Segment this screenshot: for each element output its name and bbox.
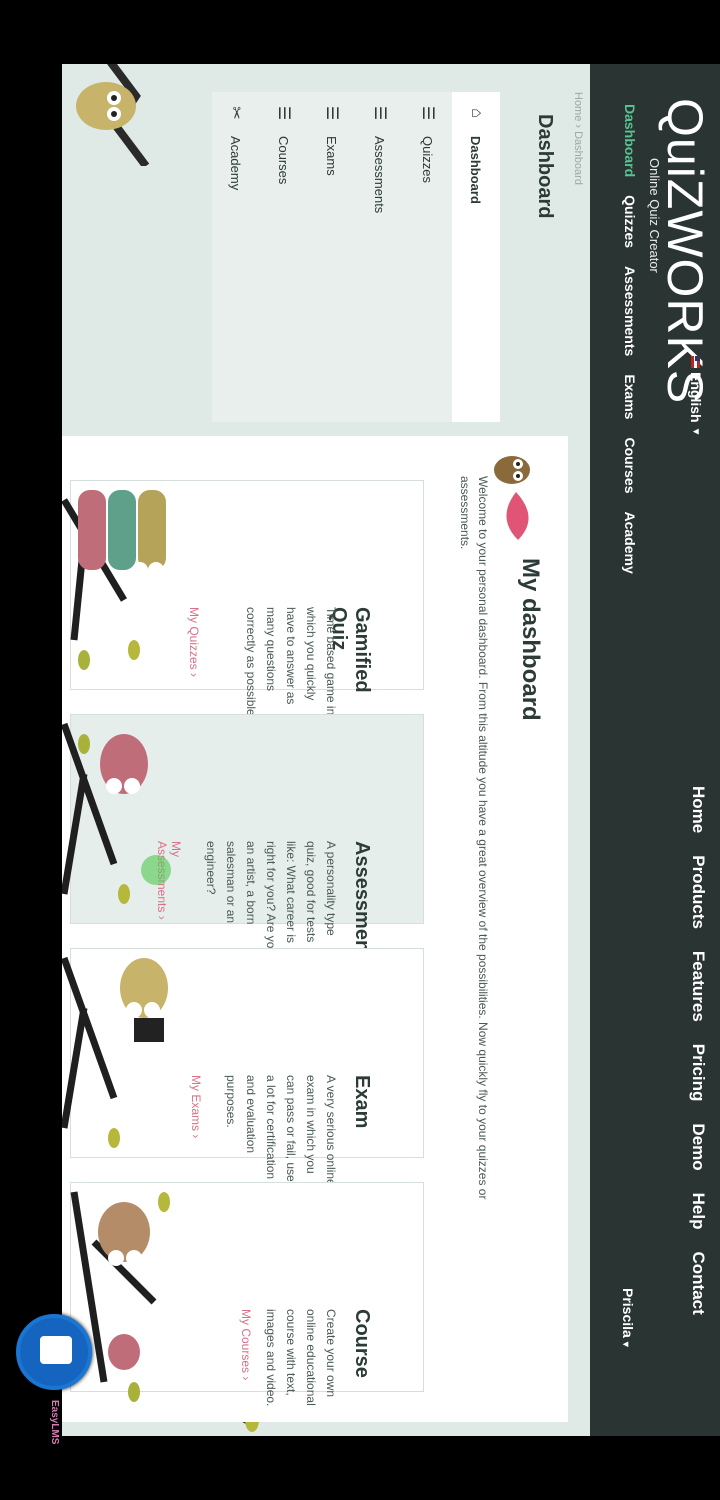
user-menu[interactable]: Priscila ▾ [620, 1288, 636, 1347]
breadcrumb: Home › Dashboard [572, 92, 584, 185]
sidebar-item-label: Dashboard [468, 136, 484, 204]
sidebar-item-quizzes[interactable]: ☰ Quizzes [404, 92, 452, 422]
sidebar-item-academy[interactable]: ✂ Academy [212, 92, 260, 422]
nav-demo[interactable]: Demo [688, 1123, 708, 1170]
subnav-quizzes[interactable]: Quizzes [622, 195, 638, 248]
sidebar-item-dashboard[interactable]: ⌂ Dashboard [452, 92, 500, 422]
sidebar-menu: ⌂ Dashboard ☰ Quizzes ☰ Assessments ☰ Ex… [212, 92, 500, 422]
sidebar-item-label: Assessments [372, 136, 388, 214]
book-icon [40, 1336, 72, 1364]
language-selector[interactable]: English ▼ [688, 356, 704, 436]
owl-mascot-icon [494, 456, 530, 540]
chevron-down-icon: ▼ [690, 426, 702, 437]
list-icon: ☰ [371, 105, 388, 121]
us-flag-icon [691, 356, 701, 368]
nav-products[interactable]: Products [688, 855, 708, 929]
nav-pricing[interactable]: Pricing [688, 1044, 708, 1102]
chevron-down-icon: ▾ [620, 1341, 631, 1347]
sidebar-item-label: Quizzes [420, 136, 436, 183]
language-label: English [688, 372, 704, 423]
sidebar-item-label: Academy [228, 136, 244, 191]
nav-features[interactable]: Features [688, 951, 708, 1022]
brand-logo[interactable]: QuiZWORKS [656, 98, 714, 404]
list-icon: ☰ [275, 105, 292, 121]
nav-home[interactable]: Home [688, 786, 708, 833]
subnav-assessments[interactable]: Assessments [622, 266, 638, 356]
user-name: Priscila [620, 1288, 636, 1338]
home-icon: ⌂ [468, 108, 485, 118]
sidebar-item-label: Exams [324, 136, 340, 176]
secondary-nav: Dashboard Quizzes Assessments Exams Cour… [622, 104, 638, 592]
rotated-screen: QuiZWORKS Online Quiz Creator English ▼ … [0, 0, 720, 1500]
sidebar-item-label: Courses [276, 136, 292, 185]
sidebar-title: Dashboard [534, 114, 556, 219]
welcome-text: Welcome to your personal dashboard. From… [458, 476, 490, 1200]
subnav-courses[interactable]: Courses [622, 437, 638, 493]
sidebar-item-exams[interactable]: ☰ Exams [308, 92, 356, 422]
top-navigation-bar: QuiZWORKS Online Quiz Creator English ▼ … [590, 64, 720, 1436]
brand-tagline: Online Quiz Creator [647, 158, 662, 273]
card-owl-illustrations [62, 490, 170, 1402]
subnav-academy[interactable]: Academy [622, 512, 638, 574]
list-icon: ☰ [323, 105, 340, 121]
subnav-exams[interactable]: Exams [622, 374, 638, 419]
list-icon: ☰ [419, 105, 436, 121]
page-title: My dashboard [517, 558, 544, 721]
subnav-dashboard[interactable]: Dashboard [622, 104, 638, 177]
primary-nav: Home Products Features Pricing Demo Help… [688, 786, 708, 1337]
overlay-app-label: EasyLMS [49, 1400, 60, 1445]
browser-viewport: QuiZWORKS Online Quiz Creator English ▼ … [62, 64, 720, 1436]
nav-contact[interactable]: Contact [688, 1252, 708, 1315]
sidebar-item-assessments[interactable]: ☰ Assessments [356, 92, 404, 422]
sidebar: Dashboard ⌂ Dashboard ☰ Quizzes ☰ Assess… [62, 92, 562, 422]
tools-icon: ✂ [227, 106, 244, 120]
sidebar-item-courses[interactable]: ☰ Courses [260, 92, 308, 422]
nav-help[interactable]: Help [688, 1193, 708, 1230]
floating-app-button[interactable] [16, 1314, 92, 1390]
